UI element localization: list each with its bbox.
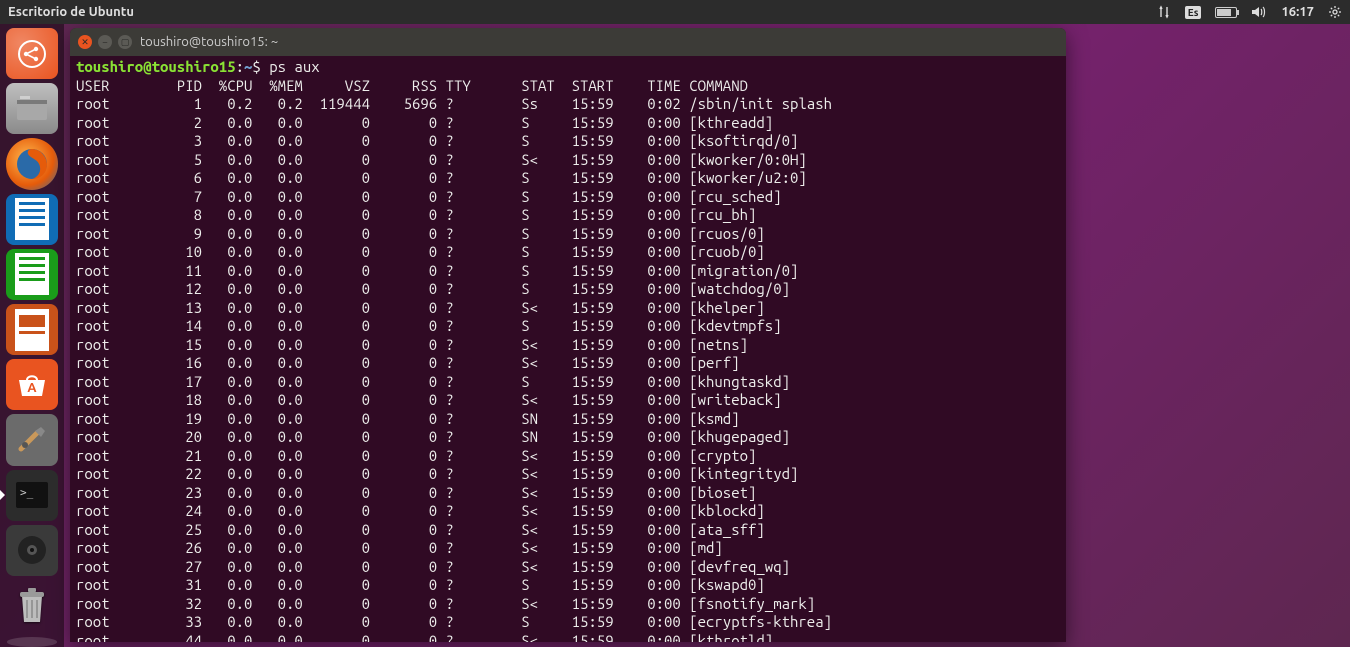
maximize-icon[interactable]: ▢	[118, 35, 132, 49]
window-title: Escritorio de Ubuntu	[8, 5, 1157, 19]
network-icon[interactable]	[1157, 5, 1171, 19]
launcher-impress[interactable]	[6, 304, 58, 355]
launcher-firefox[interactable]	[6, 138, 58, 189]
terminal-titlebar[interactable]: ✕ – ▢ toushiro@toushiro15: ~	[70, 28, 1066, 56]
minimize-icon[interactable]: –	[98, 35, 112, 49]
launcher-writer[interactable]	[6, 194, 58, 245]
launcher-trash[interactable]	[6, 580, 58, 631]
close-icon[interactable]: ✕	[78, 35, 92, 49]
clock[interactable]: 16:17	[1281, 5, 1314, 19]
launcher-amazon[interactable]	[6, 525, 58, 576]
svg-text:>_: >_	[20, 486, 34, 499]
gear-icon[interactable]	[1328, 5, 1342, 19]
terminal-title: toushiro@toushiro15: ~	[140, 35, 278, 49]
launcher-calc[interactable]	[6, 249, 58, 300]
launcher-software[interactable]: A	[6, 359, 58, 410]
launcher-settings[interactable]	[6, 414, 58, 465]
terminal-body[interactable]: toushiro@toushiro15:~$ ps aux USER PID %…	[70, 56, 1066, 642]
keyboard-indicator[interactable]: Es	[1185, 6, 1202, 19]
launcher-files[interactable]	[6, 83, 58, 134]
volume-icon[interactable]	[1251, 5, 1267, 19]
svg-text:A: A	[27, 381, 37, 395]
terminal-window: ✕ – ▢ toushiro@toushiro15: ~ toushiro@to…	[70, 28, 1066, 642]
top-menu-bar: Escritorio de Ubuntu Es 16:17	[0, 0, 1350, 24]
battery-icon[interactable]	[1215, 7, 1237, 18]
unity-launcher: A >_	[0, 24, 64, 647]
launcher-shelf	[7, 637, 57, 647]
launcher-dash[interactable]	[6, 28, 58, 79]
launcher-terminal[interactable]: >_	[6, 470, 58, 521]
